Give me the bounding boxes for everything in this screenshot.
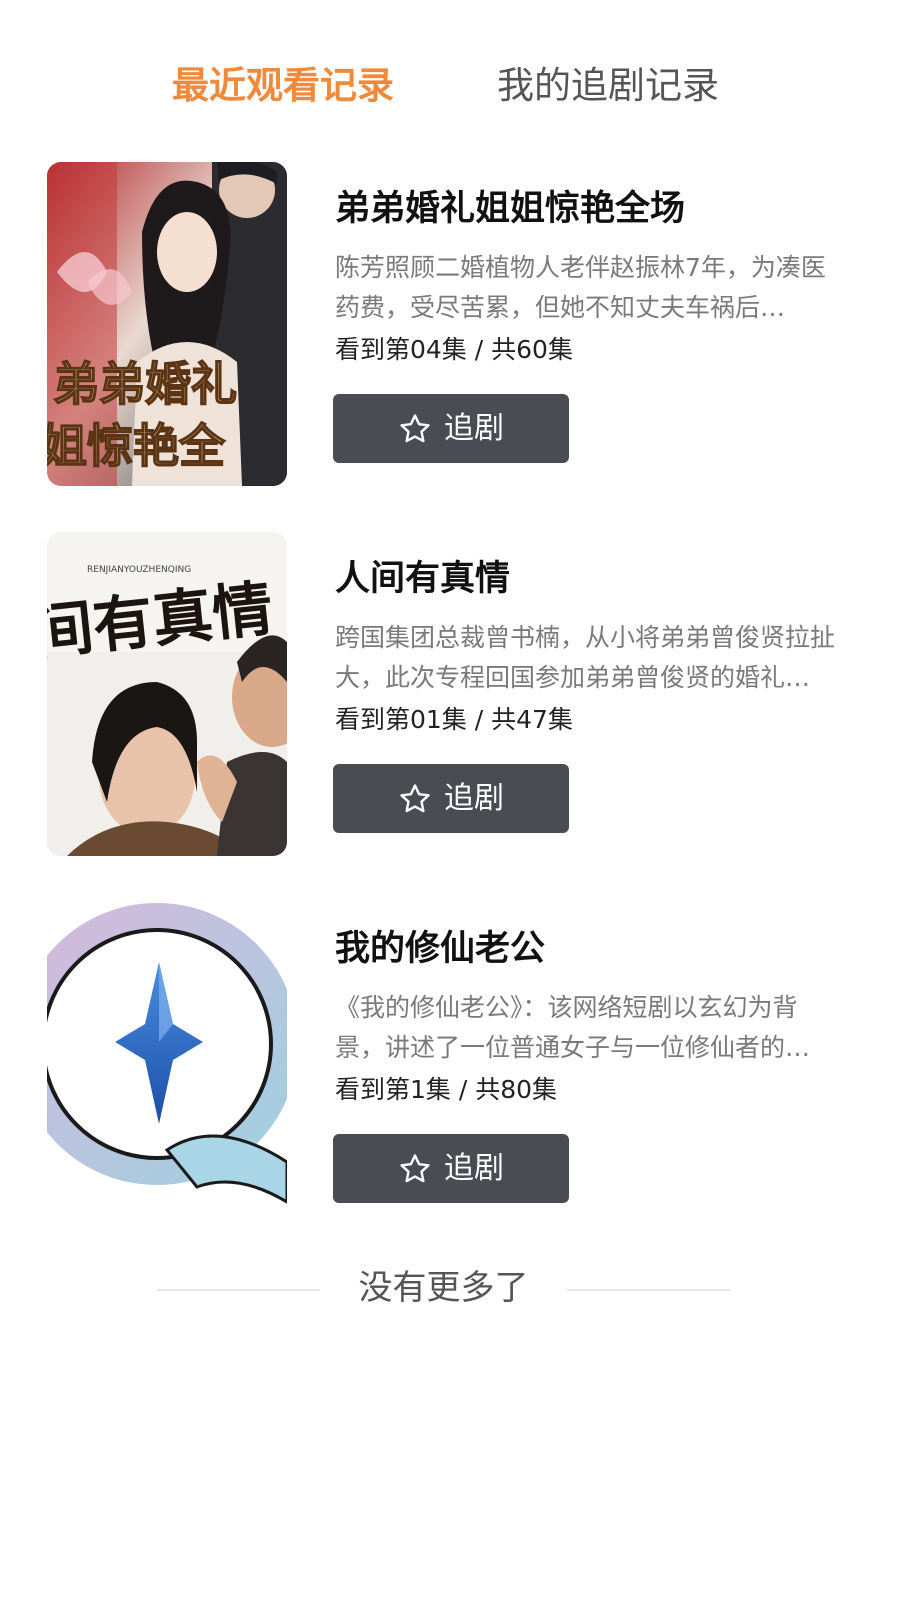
tab-bar: 最近观看记录 我的追剧记录 [0,58,900,118]
drama-title[interactable]: 弟弟婚礼姐姐惊艳全场 [335,186,685,232]
poster-pinyin: RENJIANYOUZHENQING [87,565,191,575]
drama-title[interactable]: 我的修仙老公 [335,926,545,972]
poster-title-line2: 姐惊艳全 [47,419,226,473]
drama-description: 《我的修仙老公》：该网络短剧以玄幻为背景，讲述了一位普通女子与一位修仙者的故事… [335,993,811,1062]
poster-title-line1: 弟弟婚礼 [53,357,237,411]
drama-description: 跨国集团总裁曾书楠，从小将弟弟曾俊贤拉扯大，此次专程回国参加弟弟曾俊贤的婚礼… [335,623,835,692]
drama-title[interactable]: 人间有真情 [335,556,510,602]
poster-image[interactable]: 弟弟婚礼 姐惊艳全 [47,162,287,486]
watch-progress: 看到第04集 / 共60集 [335,335,573,364]
star-icon [400,1153,430,1182]
follow-button[interactable]: 追剧 [333,394,569,463]
poster-image[interactable]: RENJIANYOUZHENQING 间有真情 [47,532,287,856]
divider-left [157,1289,320,1291]
follow-button[interactable]: 追剧 [333,1134,569,1203]
star-icon [400,413,430,442]
watch-progress: 看到第01集 / 共47集 [335,705,573,734]
tab-recent-history[interactable]: 最近观看记录 [172,58,394,114]
watch-progress: 看到第1集 / 共80集 [335,1075,558,1104]
end-of-list: 没有更多了 [0,1262,900,1314]
list-item[interactable]: 弟弟婚礼 姐惊艳全 弟弟婚礼姐姐惊艳全场 陈芳照顾二婚植物人老伴赵振林7年，为凑… [0,162,900,492]
tab-following-history[interactable]: 我的追剧记录 [497,58,719,114]
follow-button-label: 追剧 [444,780,504,816]
list-item[interactable]: 我的修仙老公 《我的修仙老公》：该网络短剧以玄幻为背景，讲述了一位普通女子与一位… [0,902,900,1232]
follow-button[interactable]: 追剧 [333,764,569,833]
follow-button-label: 追剧 [444,410,504,446]
divider-right [567,1289,730,1291]
poster-image[interactable] [47,902,287,1226]
follow-button-label: 追剧 [444,1150,504,1186]
drama-description: 陈芳照顾二婚植物人老伴赵振林7年，为凑医药费，受尽苦累，但她不知丈夫车祸后… [335,253,826,322]
list-item[interactable]: RENJIANYOUZHENQING 间有真情 人间有真情 跨国集团总裁曾书楠，… [0,532,900,862]
no-more-text: 没有更多了 [358,1268,529,1308]
star-icon [400,783,430,812]
